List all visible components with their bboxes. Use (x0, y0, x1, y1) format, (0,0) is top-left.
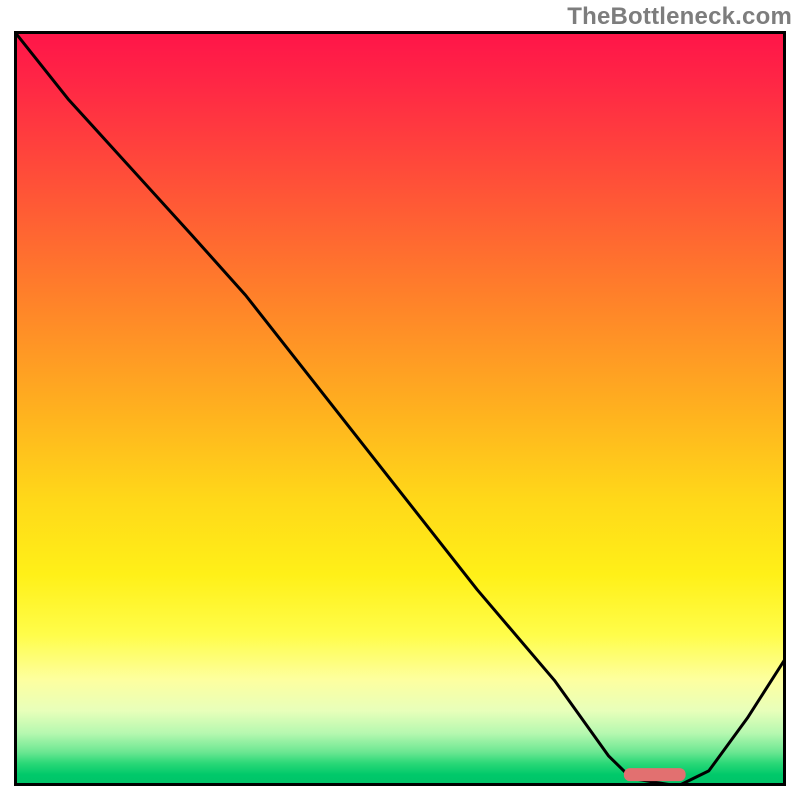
chart-container: TheBottleneck.com (0, 0, 800, 800)
optimum-marker (624, 768, 686, 781)
watermark-text: TheBottleneck.com (567, 3, 792, 31)
bottleneck-chart (14, 31, 786, 786)
gradient-background (14, 31, 786, 786)
plot-area (14, 31, 786, 786)
